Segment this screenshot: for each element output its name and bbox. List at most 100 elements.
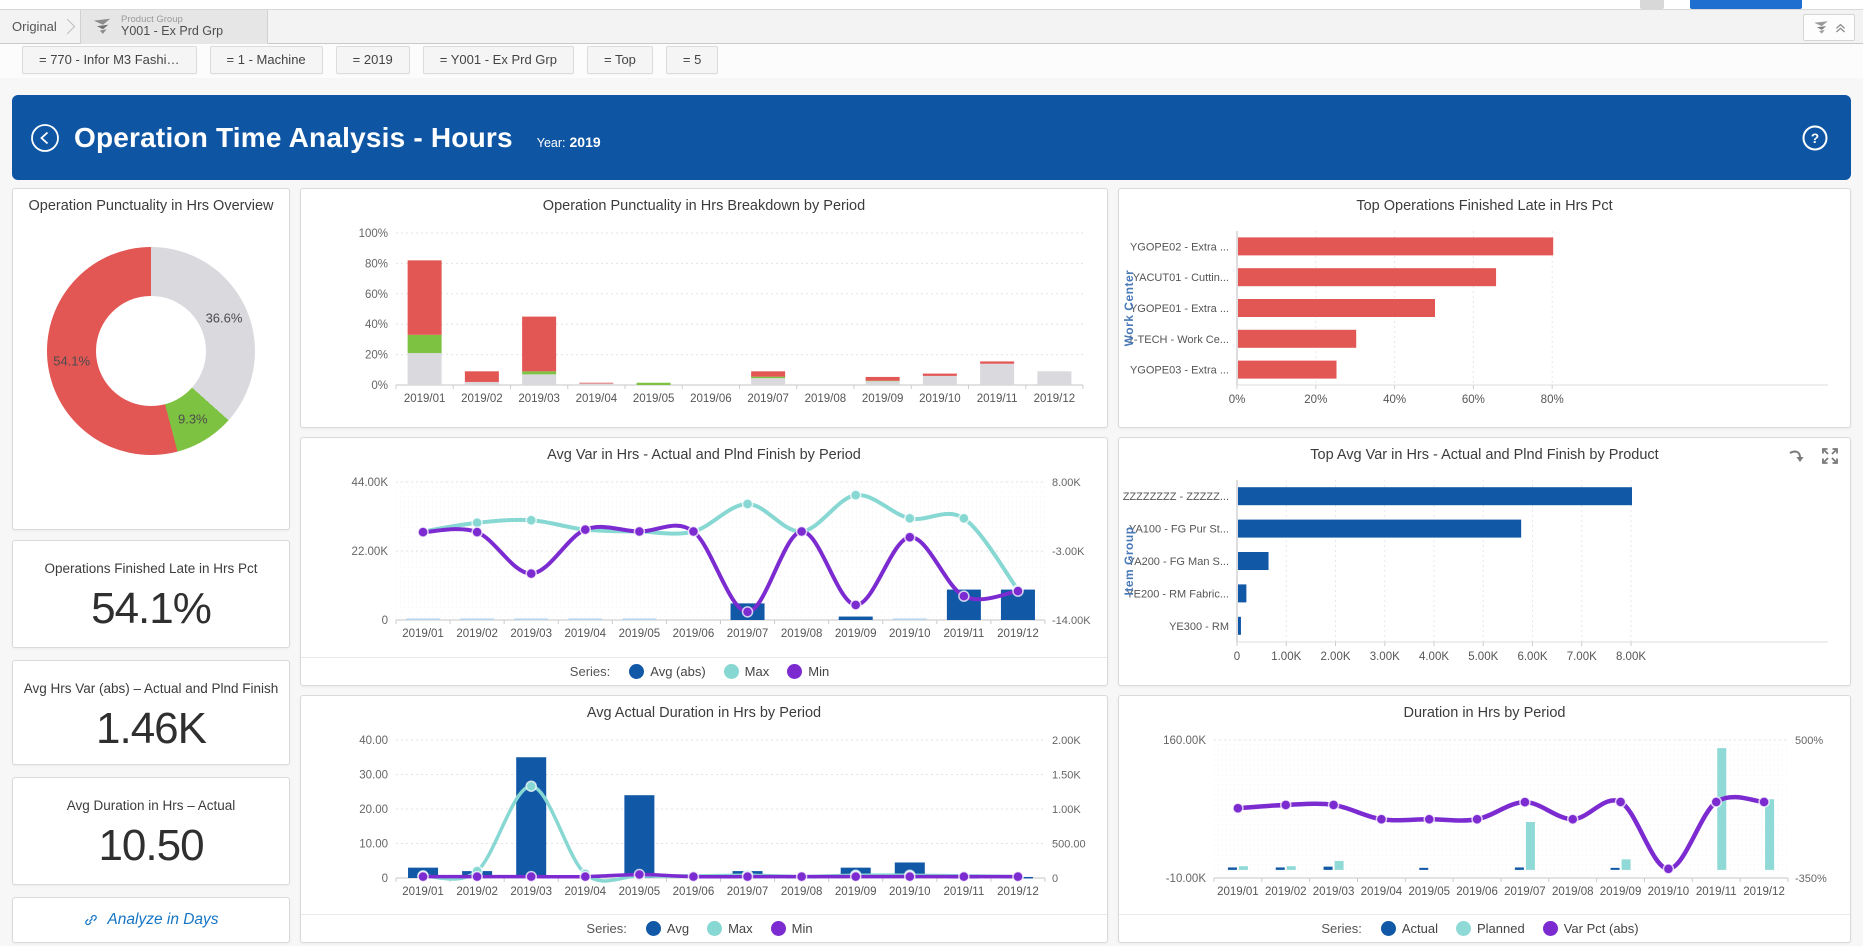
svg-text:5.00K: 5.00K	[1468, 651, 1498, 663]
avg-var-by-period-chart[interactable]: 022.00K44.00K8.00K-3.00K-14.00K2019/0120…	[301, 468, 1107, 654]
svg-text:2019/11: 2019/11	[944, 628, 985, 640]
kpi-title: Avg Hrs Var (abs) – Actual and Plnd Fini…	[13, 681, 289, 696]
svg-text:-10.00K: -10.00K	[1166, 873, 1207, 885]
legend-dot-icon	[646, 921, 661, 936]
svg-text:2019/11: 2019/11	[977, 393, 1018, 405]
svg-text:1-TECH - Work Ce...: 1-TECH - Work Ce...	[1128, 334, 1229, 346]
legend-series-label: Series:	[570, 664, 610, 679]
svg-text:60%: 60%	[365, 289, 388, 301]
svg-text:2019/10: 2019/10	[919, 393, 961, 405]
filter-chip-4[interactable]: = Top	[587, 46, 653, 74]
breadcrumb-root[interactable]: Original	[12, 10, 57, 44]
top-strip-blue-button[interactable]	[1690, 0, 1802, 9]
legend-dot-icon	[1543, 921, 1558, 936]
legend-series-label: Series:	[1321, 921, 1361, 936]
filter-chip-5[interactable]: = 5	[666, 46, 718, 74]
legend-label: Actual	[1402, 921, 1438, 936]
legend-label: Min	[808, 664, 829, 679]
avg-actual-duration-chart[interactable]: 010.0020.0030.0040.000500.001.00K1.50K2.…	[301, 726, 1107, 912]
legend-label: Avg (abs)	[650, 664, 705, 679]
filter-chip-2[interactable]: = 2019	[336, 46, 410, 74]
svg-text:30.00: 30.00	[359, 770, 388, 782]
svg-text:2019/09: 2019/09	[862, 393, 904, 405]
legend-item[interactable]: Avg (abs)	[629, 664, 705, 679]
svg-text:10.00: 10.00	[359, 839, 388, 851]
top-operations-late-chart[interactable]: 0%20%40%60%80%YGOPE02 - Extra ...YACUT01…	[1119, 219, 1850, 423]
svg-text:-350%: -350%	[1795, 873, 1827, 885]
legend-item[interactable]: Avg	[646, 921, 689, 936]
year-label: Year:	[537, 136, 566, 150]
donut-label: 54.1%	[53, 354, 90, 369]
punctuality-donut-chart[interactable]: 36.6%9.3%54.1%	[47, 247, 255, 455]
punctuality-breakdown-chart[interactable]: 0%20%40%60%80%100%2019/012019/022019/032…	[301, 219, 1107, 419]
legend-item[interactable]: Min	[787, 664, 829, 679]
legend-item[interactable]: Var Pct (abs)	[1543, 921, 1639, 936]
drill-down-icon[interactable]	[1786, 446, 1808, 468]
kpi-value: 10.50	[13, 821, 289, 871]
svg-text:2019/02: 2019/02	[1265, 886, 1307, 898]
filter-chip-0[interactable]: = 770 - Infor M3 Fashi…	[22, 46, 197, 74]
duration-by-period-chart[interactable]: -10.00K160.00K500%-350%2019/012019/02201…	[1119, 726, 1850, 912]
svg-text:-3.00K: -3.00K	[1052, 546, 1085, 558]
chart-card-top-avg-var-by-product: Top Avg Var in Hrs - Actual and Plnd Fin…	[1118, 437, 1851, 686]
kpi-card-avg-var: Avg Hrs Var (abs) – Actual and Plnd Fini…	[12, 660, 290, 765]
chart-title: Duration in Hrs by Period	[1119, 696, 1850, 726]
legend-item[interactable]: Planned	[1456, 921, 1525, 936]
svg-text:2019/12: 2019/12	[997, 886, 1039, 898]
svg-text:4.00K: 4.00K	[1419, 651, 1449, 663]
svg-text:2019/12: 2019/12	[1034, 393, 1076, 405]
legend-dot-icon	[1381, 921, 1396, 936]
svg-text:1.00K: 1.00K	[1052, 804, 1081, 816]
kpi-value: 54.1%	[13, 584, 289, 634]
svg-text:2019/04: 2019/04	[576, 393, 618, 405]
svg-text:20.00: 20.00	[359, 804, 388, 816]
svg-text:2019/06: 2019/06	[673, 628, 715, 640]
svg-text:160.00K: 160.00K	[1163, 735, 1206, 747]
top-avg-var-by-product-chart[interactable]: 01.00K2.00K3.00K4.00K5.00K6.00K7.00K8.00…	[1119, 468, 1850, 680]
svg-text:0%: 0%	[371, 380, 388, 392]
svg-text:8.00K: 8.00K	[1616, 651, 1646, 663]
svg-text:YGOPE03 - Extra ...: YGOPE03 - Extra ...	[1130, 365, 1229, 377]
legend-item[interactable]: Max	[707, 921, 753, 936]
svg-text:2019/08: 2019/08	[1552, 886, 1594, 898]
svg-text:2019/05: 2019/05	[633, 393, 675, 405]
legend-item[interactable]: Actual	[1381, 921, 1438, 936]
legend-item[interactable]: Min	[771, 921, 813, 936]
svg-text:2019/01: 2019/01	[1217, 886, 1259, 898]
page-header: Operation Time Analysis - Hours Year:201…	[12, 95, 1851, 180]
svg-text:2019/06: 2019/06	[690, 393, 732, 405]
collapse-button[interactable]	[1803, 14, 1855, 41]
expand-icon[interactable]	[1820, 446, 1840, 466]
filter-chip-3[interactable]: = Y001 - Ex Prd Grp	[423, 46, 574, 74]
back-button[interactable]	[30, 123, 60, 153]
top-strip-gray-button[interactable]	[1640, 0, 1664, 9]
svg-text:0: 0	[382, 873, 388, 885]
svg-text:2.00K: 2.00K	[1052, 735, 1081, 747]
breadcrumb-crumb[interactable]: Product Group Y001 - Ex Prd Grp	[80, 10, 268, 44]
svg-text:80%: 80%	[365, 258, 388, 270]
analyze-in-days-link[interactable]: Analyze in Days	[12, 897, 290, 943]
chart-legend: Series: Actual Planned Var Pct (abs)	[1119, 914, 1850, 942]
svg-text:40%: 40%	[1383, 394, 1406, 406]
chart-title: Operation Punctuality in Hrs Breakdown b…	[301, 189, 1107, 219]
svg-text:3.00K: 3.00K	[1370, 651, 1400, 663]
legend-item[interactable]: Max	[724, 664, 770, 679]
svg-text:80%: 80%	[1541, 394, 1564, 406]
svg-text:2019/02: 2019/02	[456, 628, 498, 640]
svg-text:1.00K: 1.00K	[1271, 651, 1301, 663]
svg-text:2019/01: 2019/01	[402, 628, 444, 640]
donut-card: Operation Punctuality in Hrs Overview 36…	[12, 188, 290, 530]
legend-label: Avg	[667, 921, 689, 936]
filter-chip-1[interactable]: = 1 - Machine	[210, 46, 323, 74]
help-button[interactable]: ?	[1801, 124, 1829, 152]
kpi-value: 1.46K	[13, 704, 289, 754]
legend-label: Max	[745, 664, 770, 679]
chart-card-avg-actual-duration: Avg Actual Duration in Hrs by Period 010…	[300, 695, 1108, 943]
svg-text:2019/07: 2019/07	[1504, 886, 1546, 898]
svg-text:7.00K: 7.00K	[1567, 651, 1597, 663]
page-title: Operation Time Analysis - Hours	[74, 122, 513, 154]
kpi-card-late-pct: Operations Finished Late in Hrs Pct 54.1…	[12, 540, 290, 648]
svg-text:2019/03: 2019/03	[510, 886, 552, 898]
svg-text:2019/05: 2019/05	[1408, 886, 1450, 898]
axis-title: Work Center	[1122, 270, 1136, 347]
